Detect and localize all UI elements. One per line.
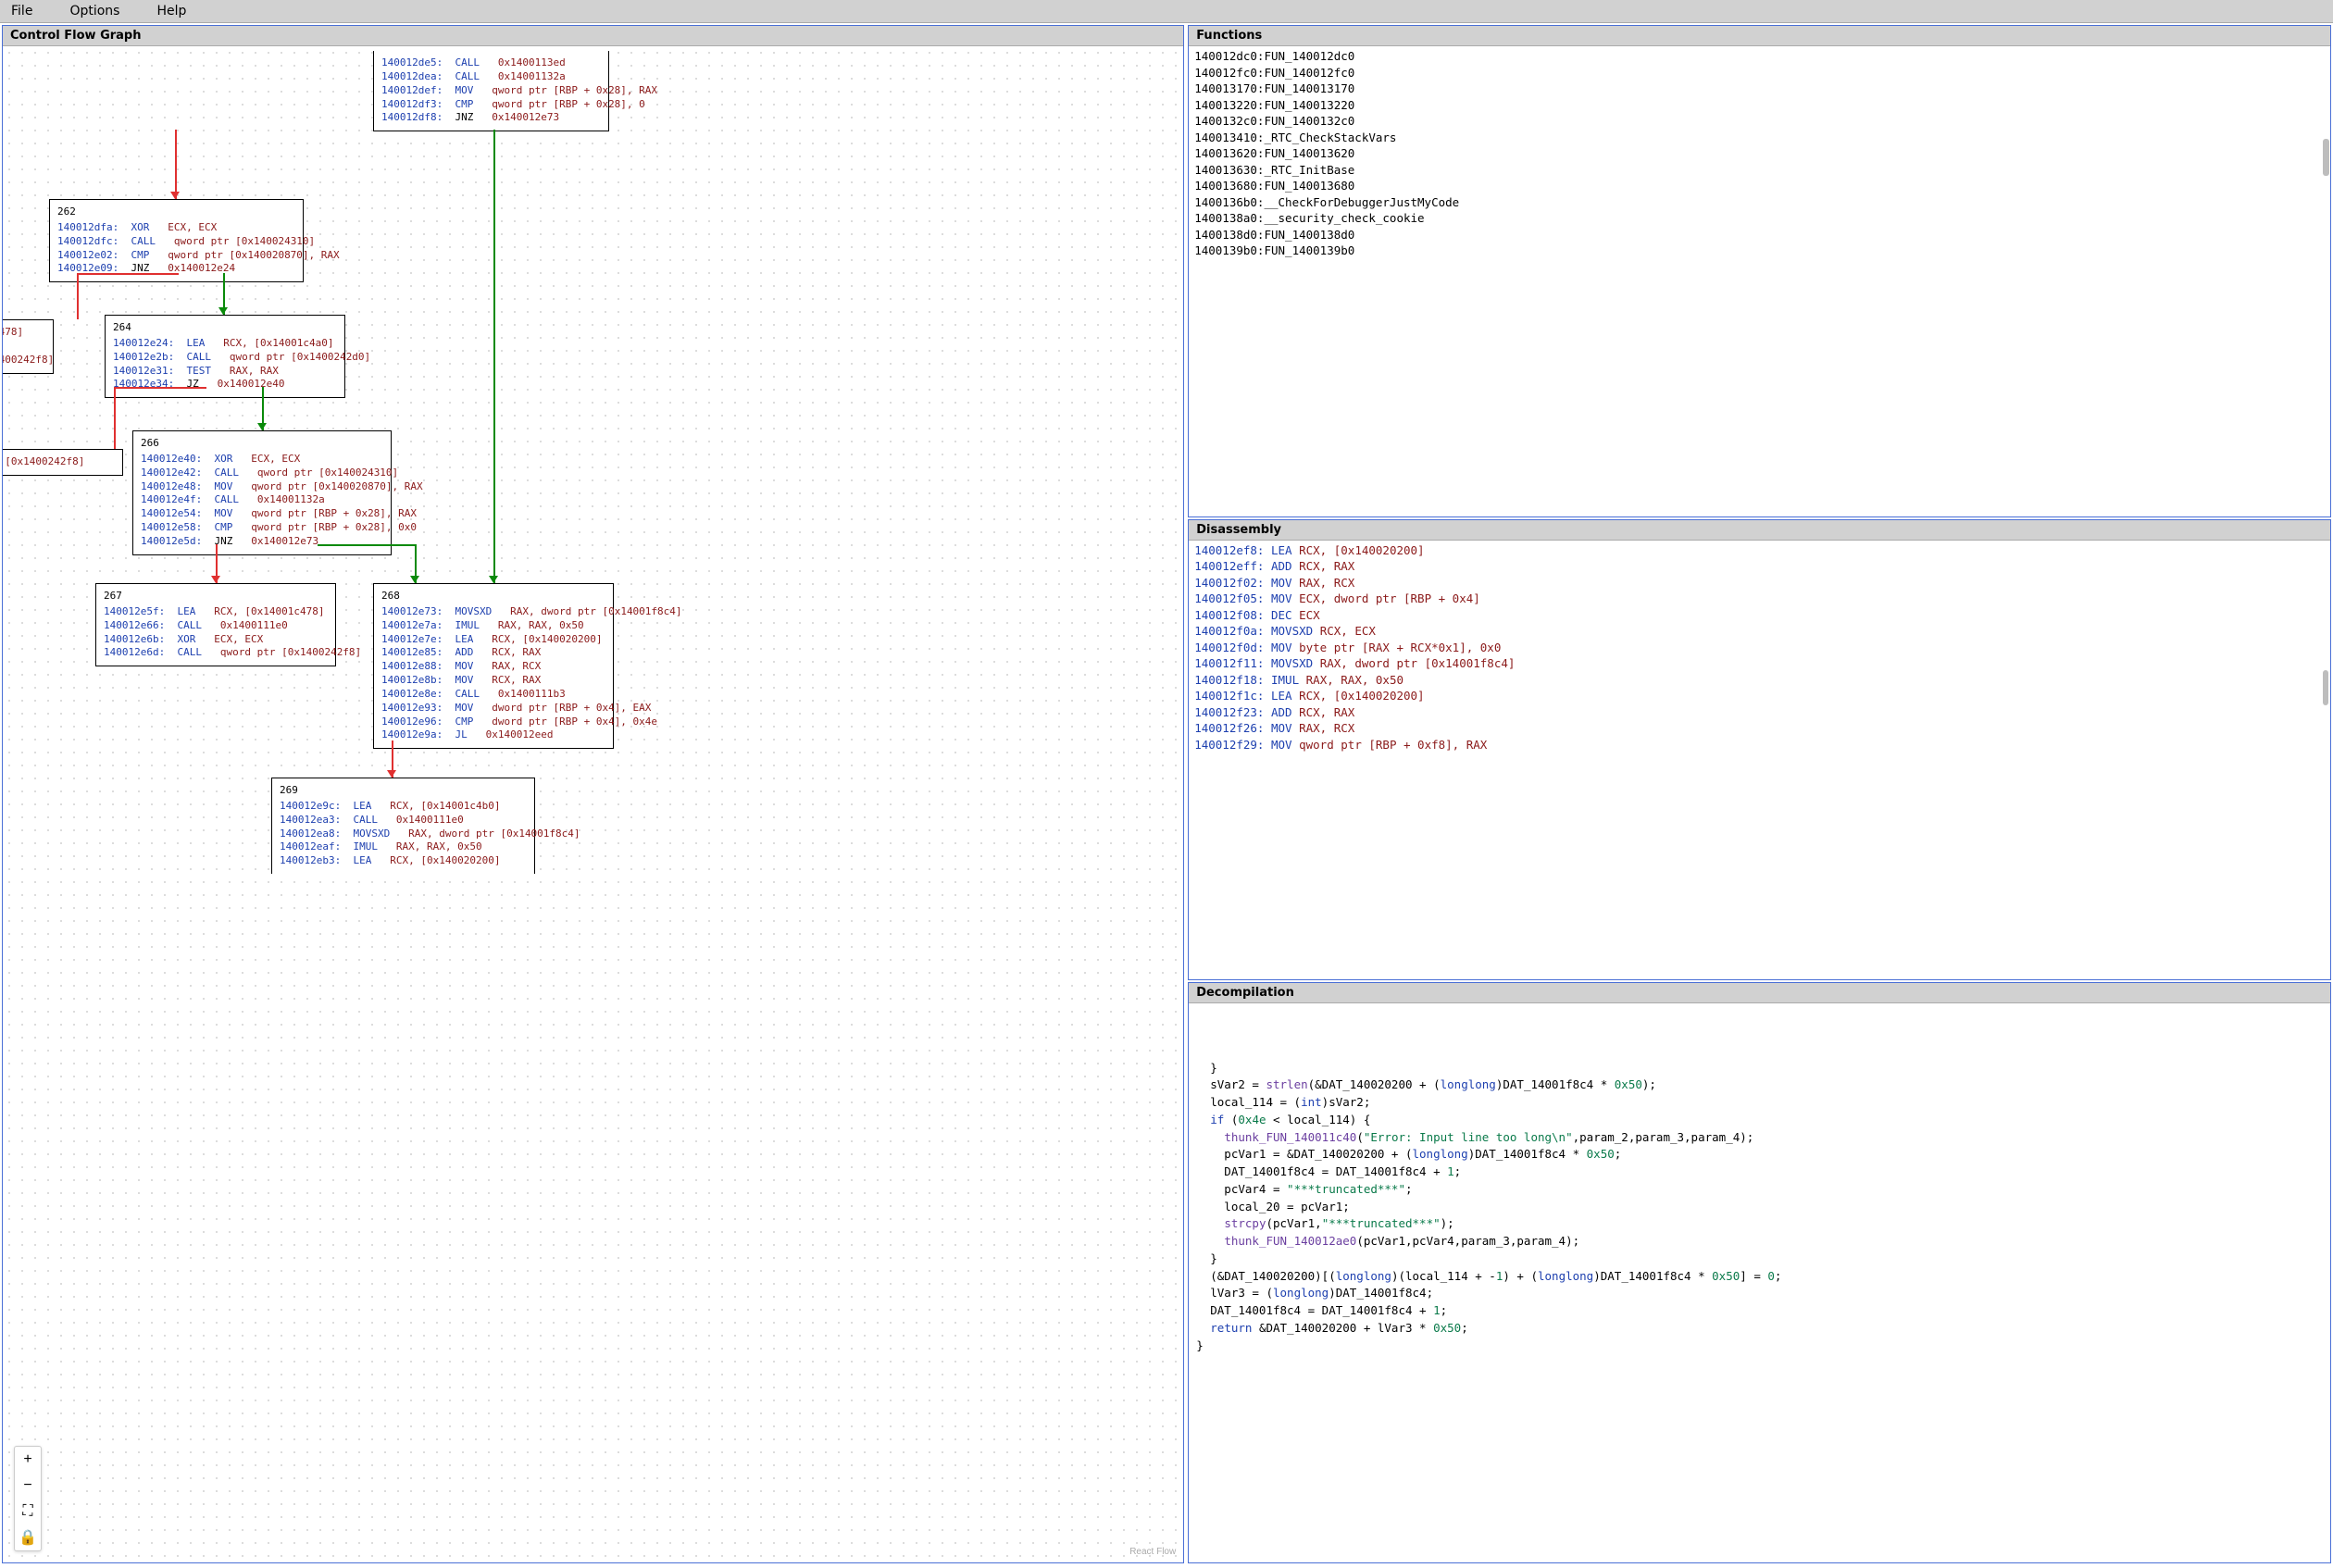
disasm-row: 140012f26: MOV RAX, RCX bbox=[1194, 720, 2325, 737]
decomp-code[interactable]: } sVar2 = strlen(&DAT_140020200 + (longl… bbox=[1189, 1003, 2330, 1358]
cfg-node-top[interactable]: 140012de5: CALL 0x1400113ed140012dea: CA… bbox=[373, 51, 609, 131]
disasm-row: 140012f11: MOVSXD RAX, dword ptr [0x1400… bbox=[1194, 655, 2325, 672]
function-row[interactable]: 140012fc0:FUN_140012fc0 bbox=[1194, 65, 2325, 81]
disasm-row: 140012ef8: LEA RCX, [0x140020200] bbox=[1194, 542, 2325, 559]
disasm-row: 140012f0a: MOVSXD RCX, ECX bbox=[1194, 623, 2325, 640]
function-row[interactable]: 1400138d0:FUN_1400138d0 bbox=[1194, 227, 2325, 243]
disasm-panel: Disassembly 140012ef8: LEA RCX, [0x14002… bbox=[1188, 519, 2331, 981]
cfg-node-partial-left-2[interactable]: r [0x1400242f8] bbox=[3, 449, 123, 476]
function-row[interactable]: 140013620:FUN_140013620 bbox=[1194, 145, 2325, 162]
disasm-list[interactable]: 140012ef8: LEA RCX, [0x140020200]140012e… bbox=[1189, 541, 2330, 980]
decomp-line: DAT_14001f8c4 = DAT_14001f8c4 + 1; bbox=[1196, 1164, 2323, 1181]
disasm-row: 140012f23: ADD RCX, RAX bbox=[1194, 704, 2325, 721]
cfg-title: Control Flow Graph bbox=[3, 26, 1183, 46]
reactflow-attribution: React Flow bbox=[1129, 1547, 1176, 1557]
function-row[interactable]: 1400139b0:FUN_1400139b0 bbox=[1194, 243, 2325, 259]
decomp-line: thunk_FUN_140012ae0(pcVar1,pcVar4,param_… bbox=[1196, 1233, 2323, 1251]
cfg-node-269[interactable]: 269 140012e9c: LEA RCX, [0x14001c4b0]140… bbox=[271, 778, 535, 874]
zoom-out-button[interactable]: − bbox=[15, 1473, 41, 1499]
cfg-node-267[interactable]: 267 140012e5f: LEA RCX, [0x14001c478]140… bbox=[95, 583, 336, 666]
function-row[interactable]: 140012dc0:FUN_140012dc0 bbox=[1194, 48, 2325, 65]
disasm-row: 140012f08: DEC ECX bbox=[1194, 607, 2325, 624]
disasm-row: 140012f05: MOV ECX, dword ptr [RBP + 0x4… bbox=[1194, 591, 2325, 607]
disasm-row: 140012f02: MOV RAX, RCX bbox=[1194, 575, 2325, 591]
cfg-node-268[interactable]: 268 140012e73: MOVSXD RAX, dword ptr [0x… bbox=[373, 583, 614, 749]
cfg-node-266[interactable]: 266 140012e40: XOR ECX, ECX140012e42: CA… bbox=[132, 430, 392, 555]
cfg-canvas[interactable]: 140012de5: CALL 0x1400113ed140012dea: CA… bbox=[3, 46, 1183, 1562]
cfg-panel: Control Flow Graph 140012de5: CALL 0x140… bbox=[2, 25, 1184, 1563]
cfg-node-partial-left-1[interactable]: c478] 1400242f8] bbox=[3, 319, 54, 374]
decomp-line: thunk_FUN_140011c40("Error: Input line t… bbox=[1196, 1129, 2323, 1147]
functions-list[interactable]: 140012dc0:FUN_140012dc0 140012fc0:FUN_14… bbox=[1189, 46, 2330, 516]
functions-title: Functions bbox=[1189, 26, 2330, 46]
function-row[interactable]: 1400138a0:__security_check_cookie bbox=[1194, 210, 2325, 227]
decomp-line: pcVar1 = &DAT_140020200 + (longlong)DAT_… bbox=[1196, 1146, 2323, 1164]
decomp-line: DAT_14001f8c4 = DAT_14001f8c4 + 1; bbox=[1196, 1302, 2323, 1320]
decomp-line: } bbox=[1196, 1251, 2323, 1268]
disasm-row: 140012f18: IMUL RAX, RAX, 0x50 bbox=[1194, 672, 2325, 689]
functions-panel: Functions 140012dc0:FUN_140012dc0 140012… bbox=[1188, 25, 2331, 517]
function-row[interactable]: 140013680:FUN_140013680 bbox=[1194, 178, 2325, 194]
lock-button[interactable]: 🔒 bbox=[15, 1524, 41, 1550]
function-row[interactable]: 140013630:_RTC_InitBase bbox=[1194, 162, 2325, 179]
disasm-row: 140012f1c: LEA RCX, [0x140020200] bbox=[1194, 688, 2325, 704]
function-row[interactable]: 1400132c0:FUN_1400132c0 bbox=[1194, 113, 2325, 130]
cfg-controls: + − ⛶ 🔒 bbox=[14, 1446, 42, 1551]
decomp-line: pcVar4 = "***truncated***"; bbox=[1196, 1181, 2323, 1199]
menu-options[interactable]: Options bbox=[69, 4, 119, 19]
disasm-title: Disassembly bbox=[1189, 520, 2330, 541]
decomp-line: local_114 = (int)sVar2; bbox=[1196, 1094, 2323, 1112]
zoom-in-button[interactable]: + bbox=[15, 1447, 41, 1473]
function-row[interactable]: 140013410:_RTC_CheckStackVars bbox=[1194, 130, 2325, 146]
decomp-line: lVar3 = (longlong)DAT_14001f8c4; bbox=[1196, 1285, 2323, 1302]
decomp-line: (&DAT_140020200)[(longlong)(local_114 + … bbox=[1196, 1268, 2323, 1286]
function-row[interactable]: 140013220:FUN_140013220 bbox=[1194, 97, 2325, 114]
decomp-line: } bbox=[1196, 1060, 2323, 1077]
decomp-line: return &DAT_140020200 + lVar3 * 0x50; bbox=[1196, 1320, 2323, 1338]
cfg-node-264[interactable]: 264 140012e24: LEA RCX, [0x14001c4a0]140… bbox=[105, 315, 345, 398]
function-row[interactable]: 1400136b0:__CheckForDebuggerJustMyCode bbox=[1194, 194, 2325, 211]
decomp-line: local_20 = pcVar1; bbox=[1196, 1199, 2323, 1216]
disasm-row: 140012eff: ADD RCX, RAX bbox=[1194, 558, 2325, 575]
decomp-line: if (0x4e < local_114) { bbox=[1196, 1112, 2323, 1129]
decomp-panel: Decompilation } sVar2 = strlen(&DAT_1400… bbox=[1188, 982, 2331, 1563]
disasm-row: 140012f0d: MOV byte ptr [RAX + RCX*0x1],… bbox=[1194, 640, 2325, 656]
cfg-node-262[interactable]: 262 140012dfa: XOR ECX, ECX140012dfc: CA… bbox=[49, 199, 304, 282]
fit-view-button[interactable]: ⛶ bbox=[15, 1499, 41, 1524]
decomp-line: } bbox=[1196, 1338, 2323, 1355]
menubar: File Options Help bbox=[0, 0, 2333, 23]
menu-help[interactable]: Help bbox=[156, 4, 186, 19]
decomp-line: sVar2 = strlen(&DAT_140020200 + (longlon… bbox=[1196, 1076, 2323, 1094]
function-row[interactable]: 140013170:FUN_140013170 bbox=[1194, 81, 2325, 97]
disasm-row: 140012f29: MOV qword ptr [RBP + 0xf8], R… bbox=[1194, 737, 2325, 753]
decomp-line: strcpy(pcVar1,"***truncated***"); bbox=[1196, 1215, 2323, 1233]
menu-file[interactable]: File bbox=[11, 4, 32, 19]
decomp-title: Decompilation bbox=[1189, 983, 2330, 1003]
